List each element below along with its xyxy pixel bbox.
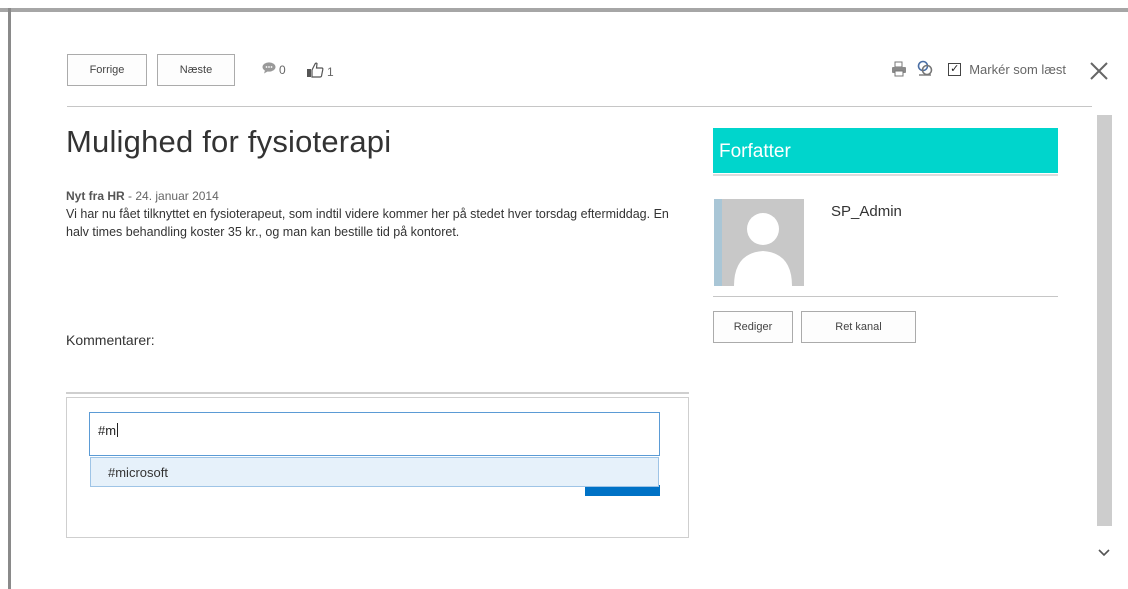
top-tools: ✓ Markér som læst bbox=[890, 60, 1066, 78]
user-silhouette-icon bbox=[734, 213, 792, 286]
comment-input-value: #m bbox=[98, 423, 117, 438]
comment-input[interactable]: #m bbox=[89, 412, 660, 456]
mark-read-label[interactable]: Markér som læst bbox=[969, 62, 1066, 77]
post-body: Vi har nu fået tilknyttet en fysioterape… bbox=[66, 207, 669, 239]
author-divider bbox=[713, 296, 1058, 297]
scrollbar-thumb[interactable] bbox=[1097, 115, 1112, 526]
window-left-border bbox=[8, 8, 11, 589]
post-title: Mulighed for fysioterapi bbox=[66, 124, 392, 159]
comment-count-value: 0 bbox=[279, 62, 286, 77]
print-icon[interactable] bbox=[890, 60, 908, 78]
author-name[interactable]: SP_Admin bbox=[831, 203, 902, 220]
post-source[interactable]: Nyt fra HR bbox=[66, 189, 125, 203]
comments-divider bbox=[66, 392, 689, 394]
edit-channel-button[interactable]: Ret kanal bbox=[801, 311, 916, 343]
close-button[interactable] bbox=[1088, 60, 1110, 82]
post-date: 24. januar 2014 bbox=[135, 189, 219, 203]
meta-separator: - bbox=[124, 189, 136, 203]
scroll-down-button[interactable] bbox=[1094, 542, 1114, 564]
close-icon bbox=[1090, 62, 1108, 80]
post-meta: Nyt fra HR - 24. januar 2014 bbox=[66, 189, 219, 203]
like-count-value: 1 bbox=[327, 64, 334, 79]
checkmark-icon: ✓ bbox=[950, 62, 960, 75]
link-icon[interactable] bbox=[916, 60, 934, 78]
previous-button[interactable]: Forrige bbox=[67, 54, 147, 86]
mark-read-checkbox[interactable]: ✓ bbox=[948, 62, 962, 76]
text-caret bbox=[117, 423, 119, 437]
edit-button[interactable]: Rediger bbox=[713, 311, 793, 343]
chevron-down-icon bbox=[1098, 549, 1110, 557]
comment-icon bbox=[262, 62, 276, 77]
author-panel-header: Forfatter bbox=[713, 128, 1058, 173]
next-button[interactable]: Næste bbox=[157, 54, 235, 86]
hashtag-suggestion-item[interactable]: #microsoft bbox=[90, 457, 659, 487]
header-divider bbox=[67, 106, 1092, 107]
comments-heading: Kommentarer: bbox=[66, 332, 155, 348]
like-count[interactable]: 1 bbox=[306, 62, 334, 81]
window-top-border bbox=[0, 8, 1128, 12]
author-header-divider bbox=[713, 174, 1058, 176]
comment-count[interactable]: 0 bbox=[262, 62, 286, 77]
like-icon bbox=[306, 62, 324, 81]
avatar[interactable] bbox=[714, 199, 804, 286]
